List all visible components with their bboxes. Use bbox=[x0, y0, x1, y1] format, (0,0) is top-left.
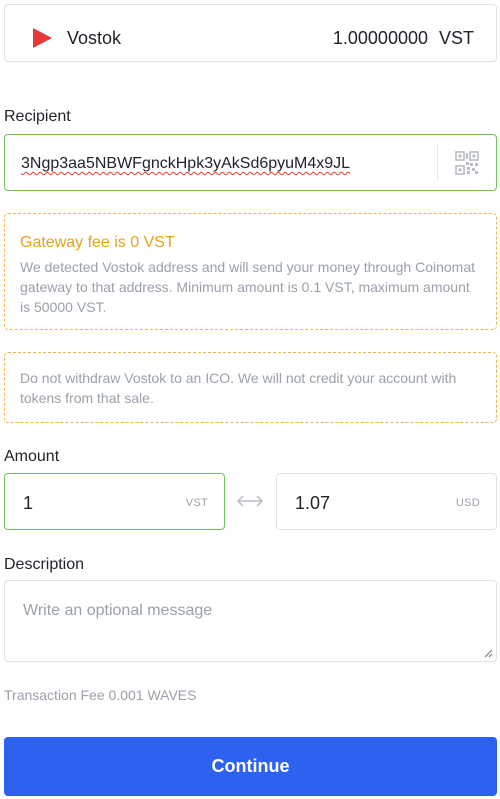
asset-select[interactable]: Vostok 1.00000000 VST bbox=[4, 4, 497, 62]
recipient-label: Recipient bbox=[4, 108, 71, 125]
ico-notice: Do not withdraw Vostok to an ICO. We wil… bbox=[4, 352, 497, 423]
ico-notice-text: Do not withdraw Vostok to an ICO. We wil… bbox=[20, 370, 457, 406]
asset-name: Vostok bbox=[67, 28, 122, 48]
continue-button[interactable]: Continue bbox=[4, 737, 497, 796]
divider bbox=[437, 145, 438, 181]
qr-code-icon[interactable] bbox=[455, 151, 479, 175]
converted-amount-unit: USD bbox=[455, 497, 480, 509]
converted-amount-value: 1.07 bbox=[295, 493, 331, 513]
swap-arrows-icon bbox=[236, 495, 264, 507]
amount-label: Amount bbox=[4, 448, 60, 465]
resize-grip-icon[interactable] bbox=[483, 648, 493, 658]
amount-unit: VST bbox=[185, 497, 208, 509]
gateway-notice-text: We detected Vostok address and will send… bbox=[20, 259, 475, 315]
play-triangle-icon bbox=[33, 28, 52, 48]
asset-balance: 1.00000000 bbox=[332, 28, 428, 48]
gateway-notice-title: Gateway fee is 0 VST bbox=[20, 234, 175, 251]
description-placeholder: Write an optional message bbox=[23, 602, 213, 619]
description-textarea[interactable]: Write an optional message bbox=[4, 580, 497, 662]
recipient-input[interactable]: 3Ngp3aa5NBWFgnckHpk3yAkSd6pyuM4x9JL bbox=[4, 134, 497, 191]
description-label: Description bbox=[4, 556, 85, 573]
converted-amount-input[interactable]: 1.07 USD bbox=[276, 473, 497, 530]
amount-input[interactable]: 1 VST bbox=[4, 473, 225, 530]
gateway-notice: Gateway fee is 0 VST We detected Vostok … bbox=[4, 213, 497, 330]
transaction-fee: Transaction Fee 0.001 WAVES bbox=[4, 687, 197, 703]
recipient-value[interactable]: 3Ngp3aa5NBWFgnckHpk3yAkSd6pyuM4x9JL bbox=[21, 154, 350, 174]
asset-ticker: VST bbox=[438, 28, 474, 48]
amount-value: 1 bbox=[23, 493, 34, 513]
